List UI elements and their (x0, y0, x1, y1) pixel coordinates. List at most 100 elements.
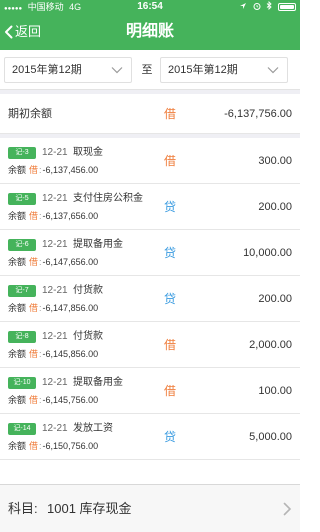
entry-date: 12-21 (42, 423, 68, 434)
entry-dc: 借 (163, 154, 176, 168)
balance-dc: 借 (29, 395, 39, 405)
entry-balance: 余额 借:-6,137,656.00 (8, 209, 98, 223)
balance-amount: -6,145,756.00 (42, 395, 99, 405)
entry-date: 12-21 (42, 239, 68, 250)
page-title: 明细账 (125, 23, 174, 40)
balance-amount: -6,137,456.00 (42, 165, 99, 175)
chevron-down-icon (267, 67, 279, 74)
entry-summary: 提取备用金 (73, 377, 123, 388)
ledger-entry-row[interactable]: 记-3 12-21 取现金借 300.00 余额 借:-6,137,456.00 (0, 138, 300, 184)
balance-amount: -6,145,856.00 (42, 349, 99, 359)
voucher-badge[interactable]: 记-8 (8, 331, 36, 343)
account-value: 1001 库存现金 (47, 501, 132, 516)
balance-dc: 借 (29, 349, 39, 359)
balance-dc: 借 (29, 441, 39, 451)
account-label: 科目: (8, 501, 38, 516)
entry-summary: 取现金 (73, 147, 103, 158)
ledger-entry-row[interactable]: 记-6 12-21 提取备用金贷 10,000.00 余额 借:-6,147,656.00 (0, 230, 300, 276)
chevron-down-icon (111, 67, 123, 74)
app-header: ●●●●● 中国移动 4G 16:54 返回 明细账 (0, 0, 300, 50)
ledger-entry-row[interactable]: 记-8 12-21 付货款借 2,000.00 余额 借:-6,145,856.00 (0, 322, 300, 368)
entry-summary: 支付住房公积金 (73, 193, 143, 204)
balance-amount: -6,137,656.00 (42, 211, 99, 221)
entry-amount: 200.00 (258, 293, 292, 305)
balance-amount: -6,147,856.00 (42, 303, 99, 313)
ledger-entry-row[interactable]: 记-14 12-21 发放工资贷 5,000.00 余额 借:-6,150,756.00 (0, 414, 300, 460)
nav-bar: 返回 明细账 (0, 16, 300, 48)
entry-amount: 10,000.00 (243, 247, 292, 259)
opening-balance-label: 期初余额 (8, 108, 52, 120)
period-start-select[interactable]: 2015年第12期 (4, 57, 132, 83)
balance-dc: 借 (29, 165, 39, 175)
entry-date: 12-21 (42, 377, 68, 388)
entry-balance: 余额 借:-6,147,856.00 (8, 301, 98, 315)
balance-colon: : (39, 257, 42, 267)
entry-balance: 余额 借:-6,150,756.00 (8, 439, 98, 453)
voucher-badge[interactable]: 记-5 (8, 193, 36, 205)
entry-balance: 余额 借:-6,137,456.00 (8, 163, 98, 177)
entry-balance: 余额 借:-6,145,756.00 (8, 393, 98, 407)
voucher-badge[interactable]: 记-6 (8, 239, 36, 251)
balance-dc: 借 (29, 211, 39, 221)
balance-colon: : (39, 211, 42, 221)
balance-label: 余额 (8, 349, 27, 359)
period-end-value: 2015年第12期 (168, 64, 238, 76)
balance-colon: : (39, 165, 42, 175)
entry-dc: 贷 (163, 200, 176, 214)
balance-amount: -6,150,756.00 (42, 441, 99, 451)
period-separator: 至 (141, 64, 153, 76)
balance-label: 余额 (8, 211, 27, 221)
entry-date: 12-21 (42, 193, 68, 204)
entry-amount: 200.00 (258, 201, 292, 213)
balance-label: 余额 (8, 257, 27, 267)
opening-balance-dc: 借 (163, 107, 176, 121)
entry-summary: 发放工资 (73, 423, 113, 434)
chevron-left-icon (5, 25, 13, 39)
alarm-icon (253, 2, 264, 12)
ledger-entry-row[interactable]: 记-5 12-21 支付住房公积金贷 200.00 余额 借:-6,137,656.00 (0, 184, 300, 230)
entry-amount: 300.00 (258, 155, 292, 167)
period-end-select[interactable]: 2015年第12期 (160, 57, 288, 83)
ledger-entry-row[interactable]: 记-10 12-21 提取备用金借 100.00 余额 借:-6,145,756.00 (0, 368, 300, 414)
balance-colon: : (39, 303, 42, 313)
entry-dc: 贷 (163, 292, 176, 306)
chevron-right-icon (283, 502, 292, 516)
entry-dc: 借 (163, 338, 176, 352)
opening-balance-amount: -6,137,756.00 (224, 108, 292, 120)
balance-label: 余额 (8, 165, 27, 175)
entry-dc: 贷 (163, 430, 176, 444)
entry-summary: 付货款 (73, 331, 103, 342)
entry-amount: 5,000.00 (249, 431, 292, 443)
entry-date: 12-21 (42, 331, 68, 342)
ledger-entry-row[interactable]: 记-7 12-21 付货款贷 200.00 余额 借:-6,147,856.00 (0, 276, 300, 322)
status-bar: ●●●●● 中国移动 4G 16:54 (0, 0, 300, 14)
balance-label: 余额 (8, 303, 27, 313)
entry-date: 12-21 (42, 147, 68, 158)
account-selector[interactable]: 科目: 1001 库存现金 (0, 484, 300, 532)
bluetooth-icon (266, 0, 275, 12)
balance-colon: : (39, 441, 42, 451)
balance-colon: : (39, 395, 42, 405)
entry-amount: 100.00 (258, 385, 292, 397)
entry-date: 12-21 (42, 285, 68, 296)
period-filter-bar: 2015年第12期 至 2015年第12期 (0, 50, 300, 90)
entry-amount: 2,000.00 (249, 339, 292, 351)
voucher-badge[interactable]: 记-14 (8, 423, 36, 435)
balance-colon: : (39, 349, 42, 359)
balance-dc: 借 (29, 303, 39, 313)
voucher-badge[interactable]: 记-10 (8, 377, 36, 389)
location-icon (239, 2, 250, 12)
entry-balance: 余额 借:-6,145,856.00 (8, 347, 98, 361)
entry-dc: 借 (163, 384, 176, 398)
voucher-badge[interactable]: 记-3 (8, 147, 36, 159)
back-label: 返回 (15, 24, 42, 39)
back-button[interactable]: 返回 (4, 21, 41, 43)
ledger-entry-list: 记-3 12-21 取现金借 300.00 余额 借:-6,137,456.00 记-5 12… (0, 138, 300, 460)
balance-dc: 借 (29, 257, 39, 267)
voucher-badge[interactable]: 记-7 (8, 285, 36, 297)
balance-label: 余额 (8, 441, 27, 451)
entry-summary: 提取备用金 (73, 239, 123, 250)
entry-balance: 余额 借:-6,147,656.00 (8, 255, 98, 269)
entry-dc: 贷 (163, 246, 176, 260)
balance-amount: -6,147,656.00 (42, 257, 99, 267)
